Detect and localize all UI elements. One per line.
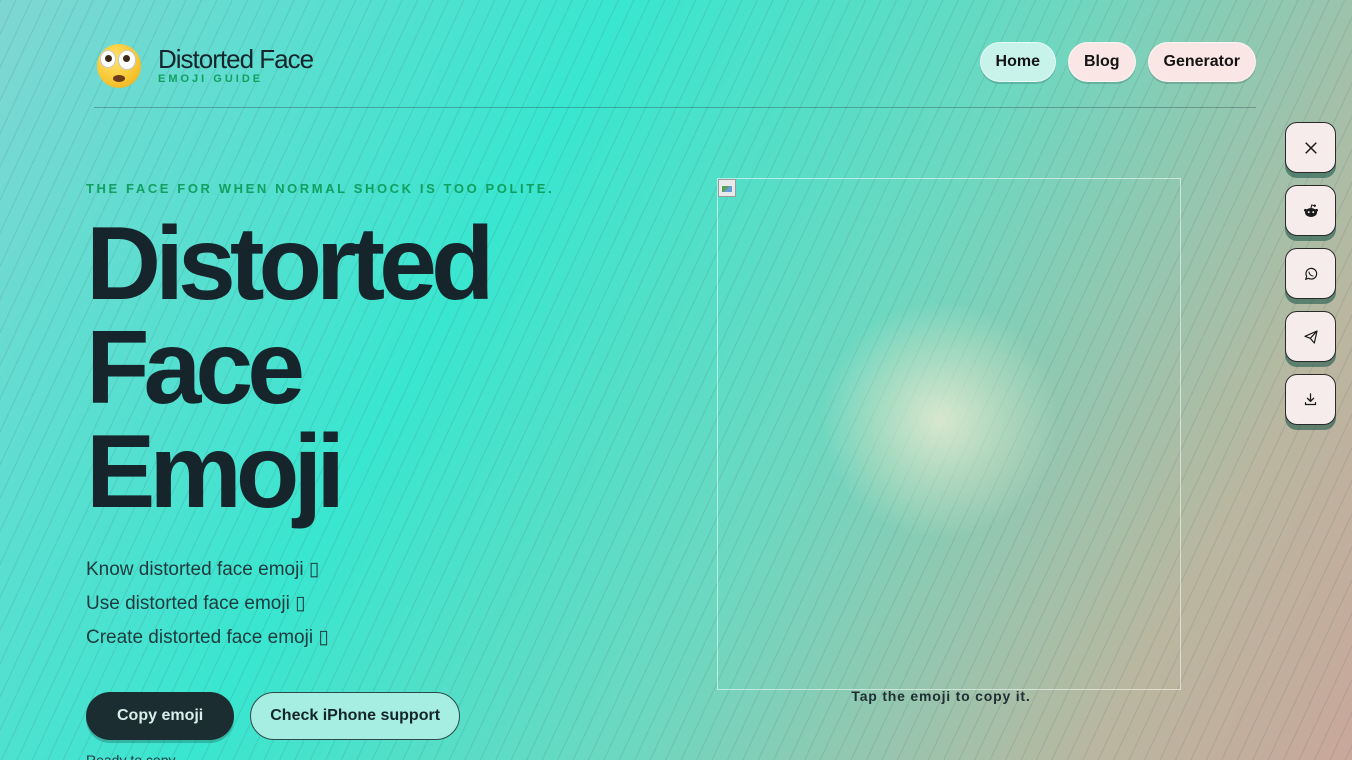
brand-logo-link[interactable]: Distorted Face EMOJI GUIDE bbox=[94, 40, 314, 90]
reddit-icon bbox=[1303, 203, 1318, 217]
brand-name: Distorted Face bbox=[158, 44, 314, 74]
download-button[interactable] bbox=[1285, 374, 1336, 425]
brand-subtitle: EMOJI GUIDE bbox=[158, 73, 264, 85]
nav-home[interactable]: Home bbox=[979, 42, 1056, 82]
share-whatsapp-button[interactable] bbox=[1285, 248, 1336, 299]
share-x-button[interactable] bbox=[1285, 122, 1336, 173]
feature-create: Create distorted face emoji ▯ bbox=[86, 627, 329, 648]
title-line-2: Face bbox=[86, 310, 305, 426]
share-actions bbox=[1285, 122, 1336, 425]
telegram-icon bbox=[1303, 329, 1318, 344]
title-line-3: Emoji bbox=[86, 414, 345, 530]
share-reddit-button[interactable] bbox=[1285, 185, 1336, 236]
copy-status: Ready to copy bbox=[86, 752, 176, 760]
feature-use: Use distorted face emoji ▯ bbox=[86, 593, 306, 614]
feature-know: Know distorted face emoji ▯ bbox=[86, 559, 320, 580]
page-title: Distorted Face Emoji bbox=[86, 212, 606, 524]
share-telegram-button[interactable] bbox=[1285, 311, 1336, 362]
broken-image-icon bbox=[718, 179, 736, 197]
main-nav: Home Blog Generator bbox=[979, 42, 1256, 82]
x-icon bbox=[1304, 141, 1317, 154]
tap-to-copy-hint: Tap the emoji to copy it. bbox=[851, 688, 1031, 704]
check-iphone-support-button[interactable]: Check iPhone support bbox=[250, 692, 461, 740]
nav-generator[interactable]: Generator bbox=[1147, 42, 1256, 82]
hero-kicker: THE FACE FOR WHEN NORMAL SHOCK IS TOO PO… bbox=[86, 181, 555, 196]
emoji-image-panel[interactable] bbox=[717, 178, 1181, 690]
download-icon bbox=[1304, 393, 1317, 406]
site-header: Distorted Face EMOJI GUIDE Home Blog Gen… bbox=[94, 36, 1256, 108]
whatsapp-icon bbox=[1304, 267, 1317, 280]
copy-emoji-button[interactable]: Copy emoji bbox=[86, 692, 235, 740]
hero-actions: Copy emoji Check iPhone support bbox=[86, 692, 461, 740]
distorted-face-emoji-icon bbox=[94, 40, 144, 90]
title-line-1: Distorted bbox=[86, 206, 494, 322]
hero-feature-list: Know distorted face emoji ▯ Use distorte… bbox=[86, 558, 329, 660]
nav-blog[interactable]: Blog bbox=[1067, 42, 1136, 82]
